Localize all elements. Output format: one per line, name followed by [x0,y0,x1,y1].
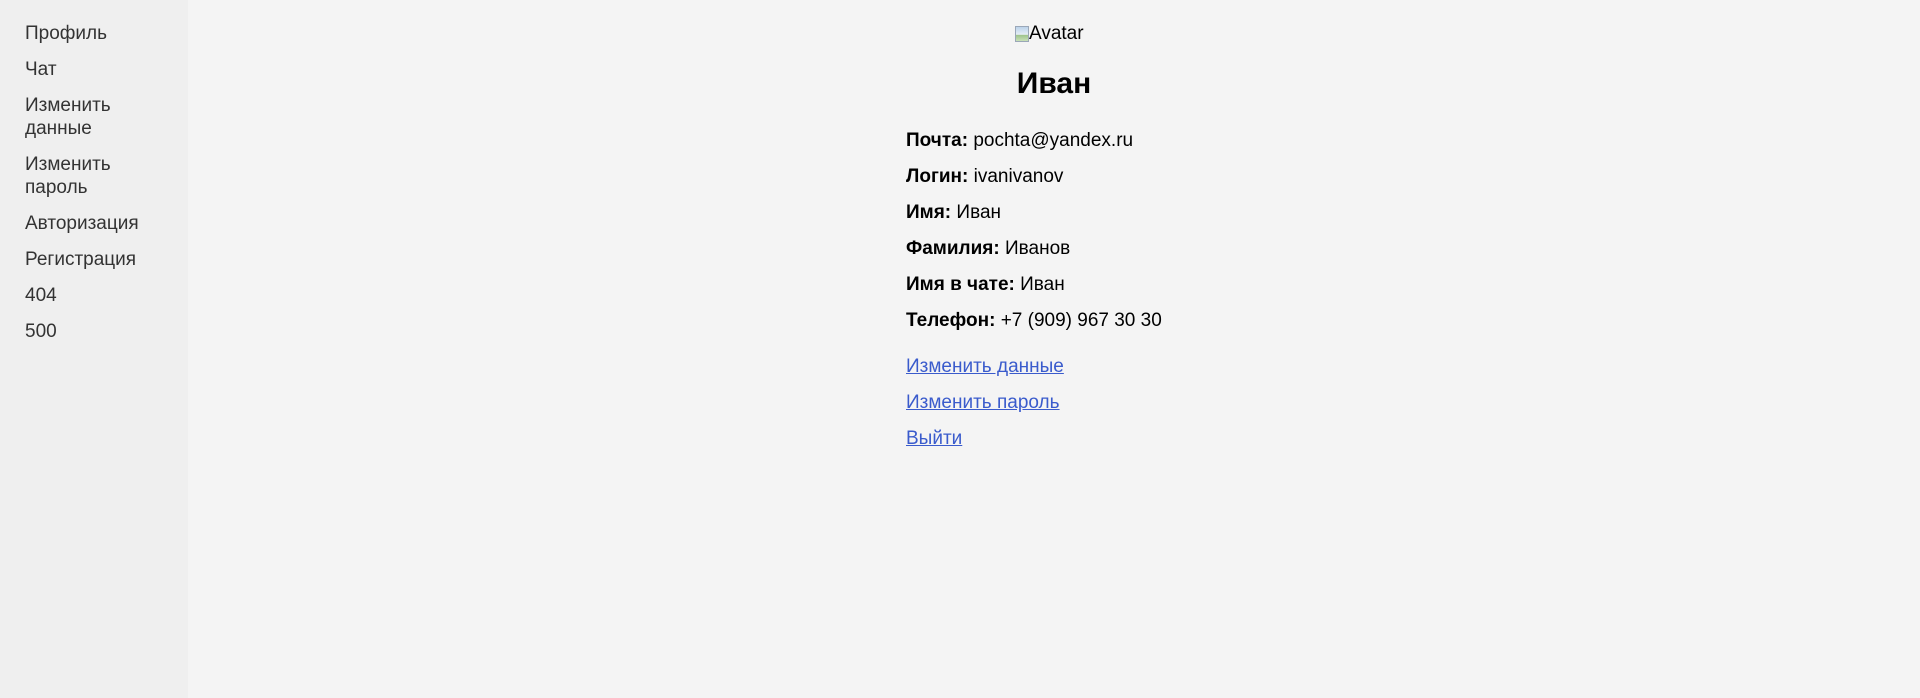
profile-fields: Почта: pochta@yandex.ru Логин: ivanivano… [906,129,1162,345]
field-last-name: Фамилия: Иванов [906,237,1162,260]
profile-name: Иван [1016,67,1092,100]
field-login: Логин: ivanivanov [906,165,1162,188]
sidebar-item-500[interactable]: 500 [25,320,145,343]
logout-link[interactable]: Выйти [906,427,1064,450]
profile-main: Avatar Иван Почта: pochta@yandex.ru Логи… [188,0,1920,698]
sidebar-item-login[interactable]: Авторизация [25,212,145,235]
sidebar-item-chat[interactable]: Чат [25,58,145,81]
field-value: Иван [956,202,1002,223]
field-phone: Телефон: +7 (909) 967 30 30 [906,309,1162,332]
field-label: Логин: [906,166,969,187]
sidebar-item-edit-data[interactable]: Изменить данные [25,94,145,140]
field-label: Фамилия: [906,238,1000,259]
field-email: Почта: pochta@yandex.ru [906,129,1162,152]
sidebar-item-404[interactable]: 404 [25,284,145,307]
field-value: Иванов [1004,238,1071,259]
field-label: Имя: [906,202,952,223]
sidebar-item-edit-password[interactable]: Изменить пароль [25,153,145,199]
field-label: Почта: [906,130,969,151]
field-label: Телефон: [906,310,996,331]
field-first-name: Имя: Иван [906,201,1162,224]
broken-image-icon [1015,26,1029,42]
field-display-name: Имя в чате: Иван [906,273,1162,296]
avatar-alt-text: Avatar [1029,23,1084,44]
app-layout: Профиль Чат Изменить данные Изменить пар… [0,0,1920,698]
profile-actions: Изменить данные Изменить пароль Выйти [906,355,1064,463]
field-value: Иван [1020,274,1065,295]
sidebar-item-profile[interactable]: Профиль [25,22,145,45]
sidebar-item-registration[interactable]: Регистрация [25,248,145,271]
edit-password-link[interactable]: Изменить пароль [906,391,1064,414]
field-value: pochta@yandex.ru [973,130,1134,151]
edit-data-link[interactable]: Изменить данные [906,355,1064,378]
field-label: Имя в чате: [906,274,1015,295]
sidebar: Профиль Чат Изменить данные Изменить пар… [0,0,188,698]
avatar: Avatar [1015,22,1084,46]
field-value: ivanivanov [973,166,1064,187]
field-value: +7 (909) 967 30 30 [1000,310,1162,331]
